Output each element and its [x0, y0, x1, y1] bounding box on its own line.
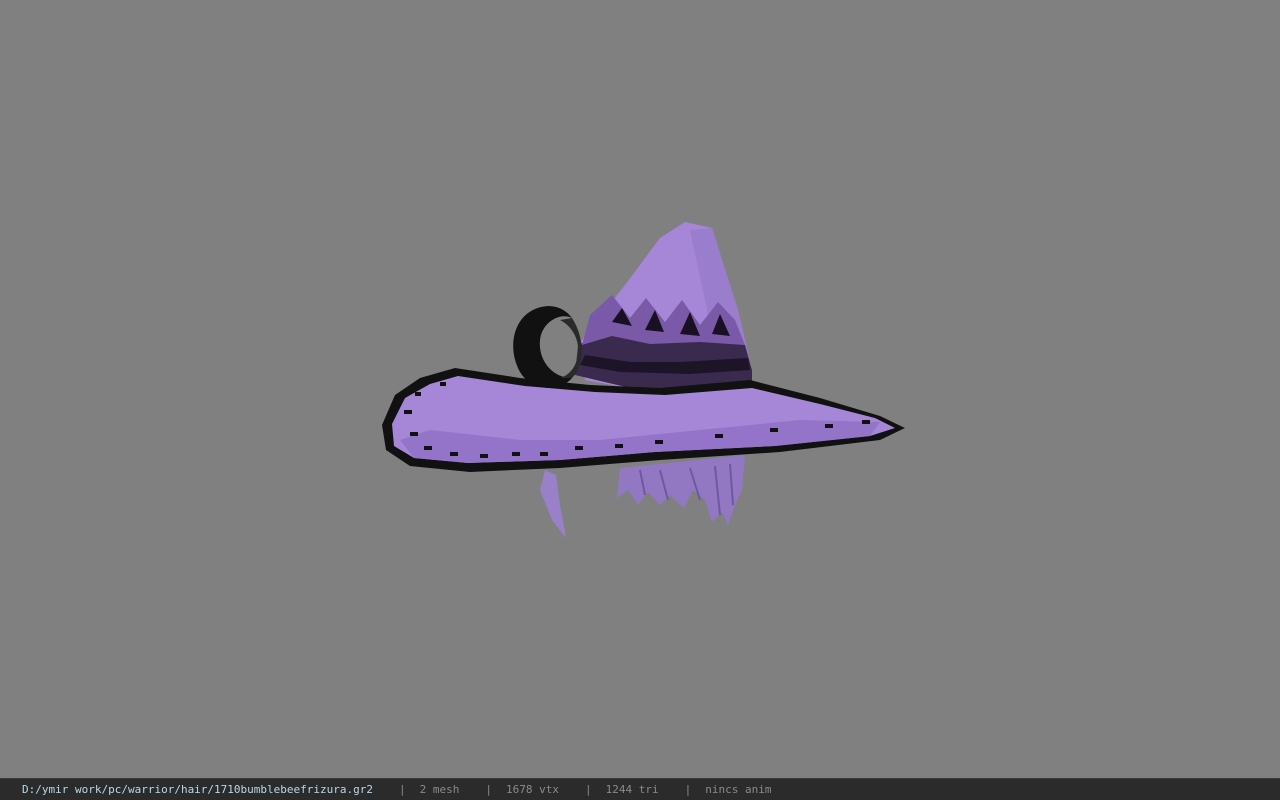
model-render: [382, 222, 905, 538]
hat-mesh: [382, 222, 905, 472]
separator: |: [684, 783, 692, 796]
status-bar: D:/ymir work/pc/warrior/hair/1710bumbleb…: [0, 778, 1280, 800]
vertex-count-label: 1678 vtx: [506, 783, 559, 796]
triangle-count-label: 1244 tri: [605, 783, 659, 796]
separator: |: [485, 783, 492, 796]
moon-ornament: [513, 306, 582, 388]
separator: |: [399, 783, 406, 796]
anim-status-label: nincs anim: [705, 783, 772, 796]
mesh-count-label: 2 mesh: [419, 783, 460, 796]
3d-viewport[interactable]: [0, 0, 1280, 778]
hair-mesh: [540, 455, 745, 538]
separator: |: [584, 783, 592, 796]
file-path-label: D:/ymir work/pc/warrior/hair/1710bumbleb…: [22, 783, 373, 796]
